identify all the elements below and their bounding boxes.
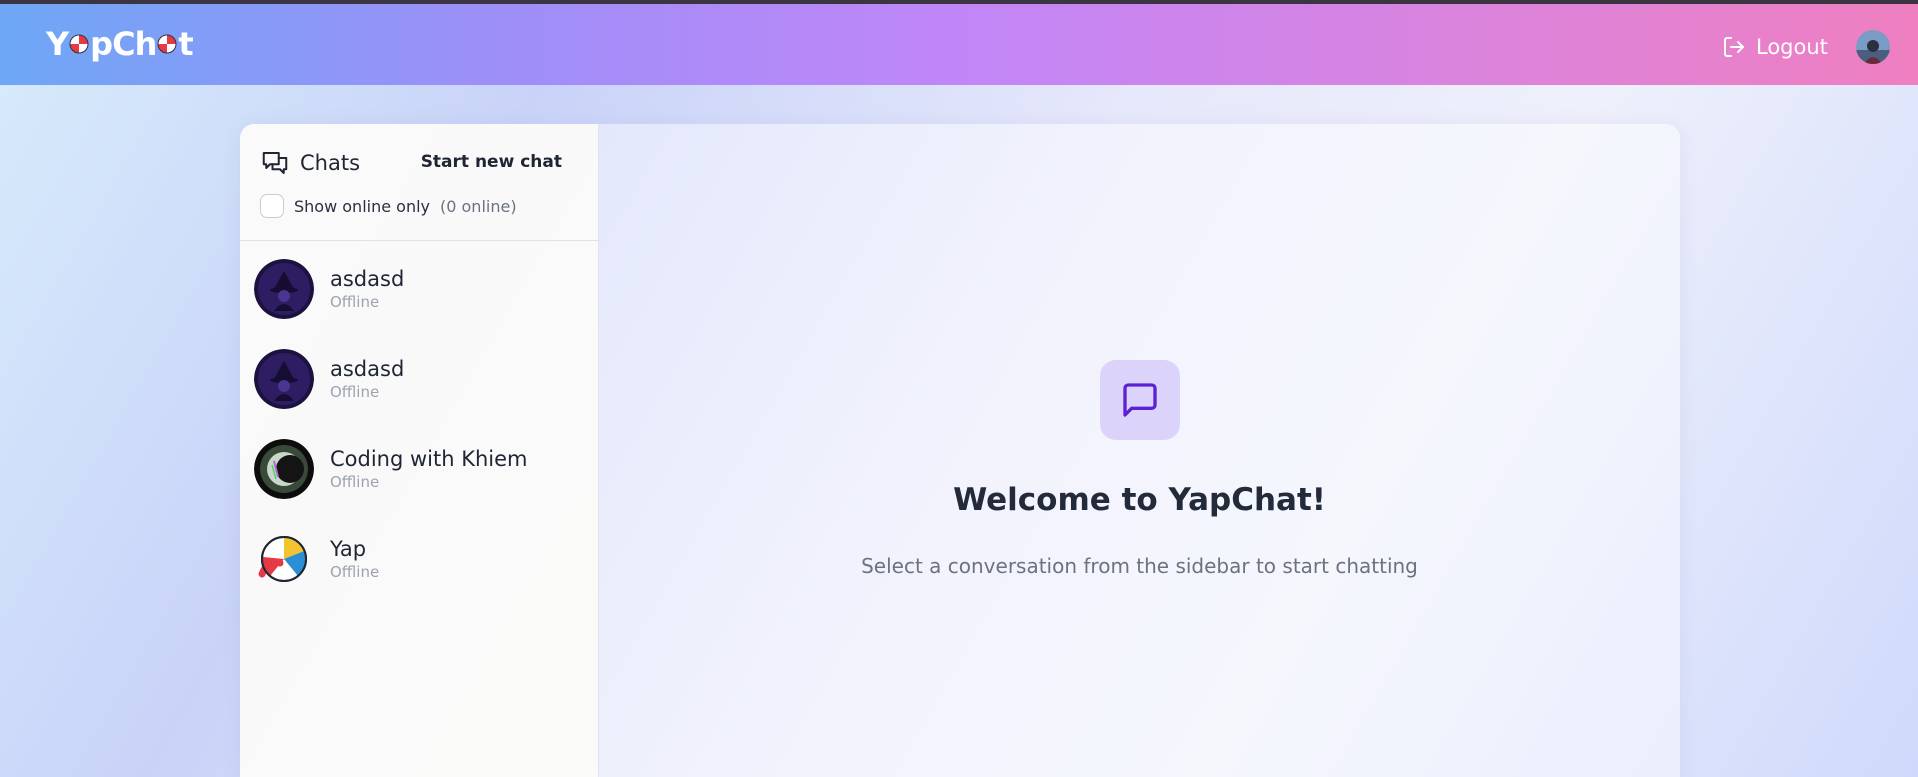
wizard-avatar [254, 349, 314, 409]
online-only-checkbox[interactable] [260, 194, 284, 218]
app-logo[interactable]: Y pCh t [46, 22, 194, 66]
sidebar-header: Chats Start new chat Show online only (0… [240, 124, 598, 241]
online-filter-label: Show online only [294, 196, 430, 216]
glitch-moon-avatar [254, 439, 314, 499]
sidebar: Chats Start new chat Show online only (0… [240, 124, 599, 777]
welcome-subtitle: Select a conversation from the sidebar t… [861, 554, 1418, 578]
beach-ball-avatar [254, 529, 314, 589]
welcome-title: Welcome to YapChat! [953, 482, 1326, 518]
logout-icon [1724, 37, 1744, 57]
wizard-avatar [254, 259, 314, 319]
logo-text-part: t [178, 25, 193, 63]
beach-ball-icon [69, 34, 89, 54]
beach-ball-icon [157, 34, 177, 54]
chats-icon [262, 152, 288, 174]
profile-photo-icon [1856, 30, 1890, 64]
chats-heading: Chats [260, 148, 360, 178]
contact-item[interactable]: Coding with Khiem Offline [254, 433, 584, 505]
contact-item[interactable]: asdasd Offline [254, 343, 584, 415]
contact-status: Offline [330, 563, 380, 581]
logo-text-part: Y [46, 25, 69, 63]
message-square-icon [1123, 383, 1157, 417]
contact-status: Offline [330, 473, 380, 491]
contact-item[interactable]: Yap Offline [254, 523, 584, 595]
start-new-chat-button[interactable]: Start new chat [421, 152, 562, 172]
online-filter[interactable]: Show online only (0 online) [260, 194, 517, 218]
contact-name: Coding with Khiem [330, 447, 528, 471]
chat-main-area: Welcome to YapChat! Select a conversatio… [599, 124, 1680, 777]
contact-name: asdasd [330, 267, 405, 291]
contact-name: asdasd [330, 357, 405, 381]
welcome-icon-tile [1100, 360, 1180, 440]
user-avatar[interactable] [1856, 30, 1890, 64]
navbar: Y pCh t Logout [0, 4, 1918, 85]
online-count: (0 online) [440, 196, 517, 216]
logout-label: Logout [1756, 35, 1828, 59]
logout-button[interactable]: Logout [1722, 30, 1828, 64]
contact-status: Offline [330, 293, 380, 311]
contact-name: Yap [330, 537, 367, 561]
contact-item[interactable]: asdasd Offline [254, 253, 584, 325]
chat-container: Chats Start new chat Show online only (0… [240, 124, 1680, 777]
chats-title: Chats [300, 151, 361, 175]
contact-status: Offline [330, 383, 380, 401]
logo-text-part: pCh [90, 25, 157, 63]
